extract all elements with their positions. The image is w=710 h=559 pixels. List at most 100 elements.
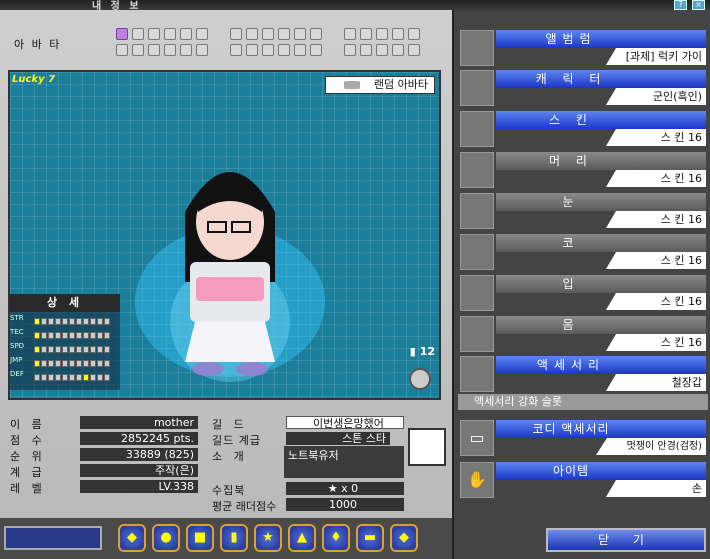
equip-item[interactable]: 눈스 킨 16 — [458, 193, 708, 231]
avatar-slot[interactable] — [132, 44, 144, 56]
stat-cell — [97, 374, 103, 381]
stat-cell — [41, 360, 47, 367]
avatar-slot[interactable] — [278, 28, 290, 40]
stat-cell — [55, 318, 61, 325]
avatar-preview: Lucky 7 랜덤 아바타 상 세 STR TEC SPD JMP DEF ▮ 12 — [8, 70, 441, 400]
guild-label: 길 드 — [212, 418, 248, 431]
avatar-slot[interactable] — [196, 44, 208, 56]
stat-cell — [41, 318, 47, 325]
name-label: 이 름 — [10, 418, 46, 431]
equip-item[interactable]: 몸스 킨 16 — [458, 316, 708, 354]
avatar-slot[interactable] — [310, 44, 322, 56]
stat-cell — [76, 374, 82, 381]
avatar-slot-row: 아 바 타 — [8, 24, 448, 64]
toolbar-button-4[interactable]: ▮ — [220, 524, 248, 552]
avatar-slot[interactable] — [246, 44, 258, 56]
accessory-icon — [460, 356, 494, 392]
avatar-slot[interactable] — [164, 28, 176, 40]
item-category: 스 킨 — [496, 111, 706, 129]
glasses-icon: ▭ — [460, 420, 494, 456]
star-icon[interactable]: ★ — [254, 524, 282, 552]
toolbar-button-6[interactable]: ▲ — [288, 524, 316, 552]
equip-item[interactable]: 입스 킨 16 — [458, 275, 708, 313]
avatar-slot[interactable] — [310, 28, 322, 40]
avatar-slot[interactable] — [116, 44, 128, 56]
guild-emblem — [408, 428, 446, 466]
avatar-slot[interactable] — [376, 28, 388, 40]
close-icon[interactable]: × — [692, 0, 705, 10]
avatar-slot[interactable] — [180, 28, 192, 40]
chat-icon[interactable]: ● — [152, 524, 180, 552]
codi-value: 멋쟁이 안경(검정) — [596, 438, 706, 455]
avatar-slot[interactable] — [230, 28, 242, 40]
bottom-toolbar: ◆ ● ■ ▮ ★ ▲ ♦ ▬ ◆ — [0, 518, 452, 559]
avatar-slot[interactable] — [262, 44, 274, 56]
item-value: [과제] 럭키 가이 — [606, 48, 706, 65]
stat-cell — [83, 360, 89, 367]
avatar-slot[interactable] — [294, 28, 306, 40]
stat-label: JMP — [10, 356, 23, 364]
avatar-slot[interactable] — [376, 44, 388, 56]
toolbar-button-1[interactable]: ◆ — [118, 524, 146, 552]
avatar-slot[interactable] — [230, 44, 242, 56]
stat-label: DEF — [10, 370, 24, 378]
avatar-slot[interactable] — [408, 44, 420, 56]
stat-row-def: DEF — [10, 368, 120, 382]
stat-cell — [97, 346, 103, 353]
rank-label: 순 위 — [10, 450, 46, 463]
stat-cell — [48, 318, 54, 325]
item-value: 스 킨 16 — [606, 170, 706, 187]
stat-cell — [90, 332, 96, 339]
toolbar-button-9[interactable]: ◆ — [390, 524, 418, 552]
avatar-slot[interactable] — [148, 28, 160, 40]
hair-icon — [460, 152, 494, 188]
avatar-slot[interactable] — [116, 28, 128, 40]
equip-item[interactable]: 앨범럼 [과제] 럭키 가이 — [458, 30, 708, 68]
character-icon — [460, 70, 494, 106]
chat-input[interactable] — [4, 526, 102, 550]
rotate-button[interactable] — [409, 368, 431, 390]
close-button[interactable]: 닫 기 — [546, 528, 706, 552]
stat-label: STR — [10, 314, 24, 322]
avatar-slot[interactable] — [262, 28, 274, 40]
name-value: mother — [80, 416, 198, 429]
stat-row-jmp: JMP — [10, 354, 120, 368]
toolbar-button-3[interactable]: ■ — [186, 524, 214, 552]
avatar-slot[interactable] — [360, 28, 372, 40]
avatar-slot[interactable] — [360, 44, 372, 56]
equip-item[interactable]: 스 킨스 킨 16 — [458, 111, 708, 149]
collection-label: 수집북 — [212, 484, 246, 497]
avatar-slot[interactable] — [344, 28, 356, 40]
avatar-slot[interactable] — [392, 28, 404, 40]
chart-icon[interactable]: ▬ — [356, 524, 384, 552]
equip-item[interactable]: 머 리스 킨 16 — [458, 152, 708, 190]
stat-cell — [90, 318, 96, 325]
stat-cell — [97, 332, 103, 339]
avatar-slot[interactable] — [408, 28, 420, 40]
stat-cell — [97, 360, 103, 367]
avatar-slot[interactable] — [392, 44, 404, 56]
equip-item[interactable]: 액세서리 철장갑 — [458, 356, 708, 394]
stat-label: SPD — [10, 342, 25, 350]
avatar-slot[interactable] — [246, 28, 258, 40]
accessory-enhance-slot[interactable]: 액세서리 강화 슬롯 — [458, 394, 708, 410]
avatar-slot[interactable] — [196, 28, 208, 40]
stat-cell — [97, 318, 103, 325]
avatar-slot[interactable] — [294, 44, 306, 56]
avatar-slot[interactable] — [164, 44, 176, 56]
avatar-slot[interactable] — [180, 44, 192, 56]
item-slot[interactable]: ✋ 아이템 손 — [458, 462, 708, 500]
equip-item[interactable]: 코스 킨 16 — [458, 234, 708, 272]
stat-cell — [34, 346, 40, 353]
avatar-slot[interactable] — [344, 44, 356, 56]
stat-cell — [62, 318, 68, 325]
avatar-slot[interactable] — [278, 44, 290, 56]
help-icon[interactable]: ? — [674, 0, 687, 10]
stat-cell — [90, 374, 96, 381]
stat-cell — [41, 346, 47, 353]
equip-item[interactable]: 캐 릭 터 군인(흑인) — [458, 70, 708, 108]
avatar-slot[interactable] — [132, 28, 144, 40]
codi-accessory-item[interactable]: ▭ 코디 액세서리 멋쟁이 안경(검정) — [458, 420, 708, 458]
bell-icon[interactable]: ♦ — [322, 524, 350, 552]
avatar-slot[interactable] — [148, 44, 160, 56]
